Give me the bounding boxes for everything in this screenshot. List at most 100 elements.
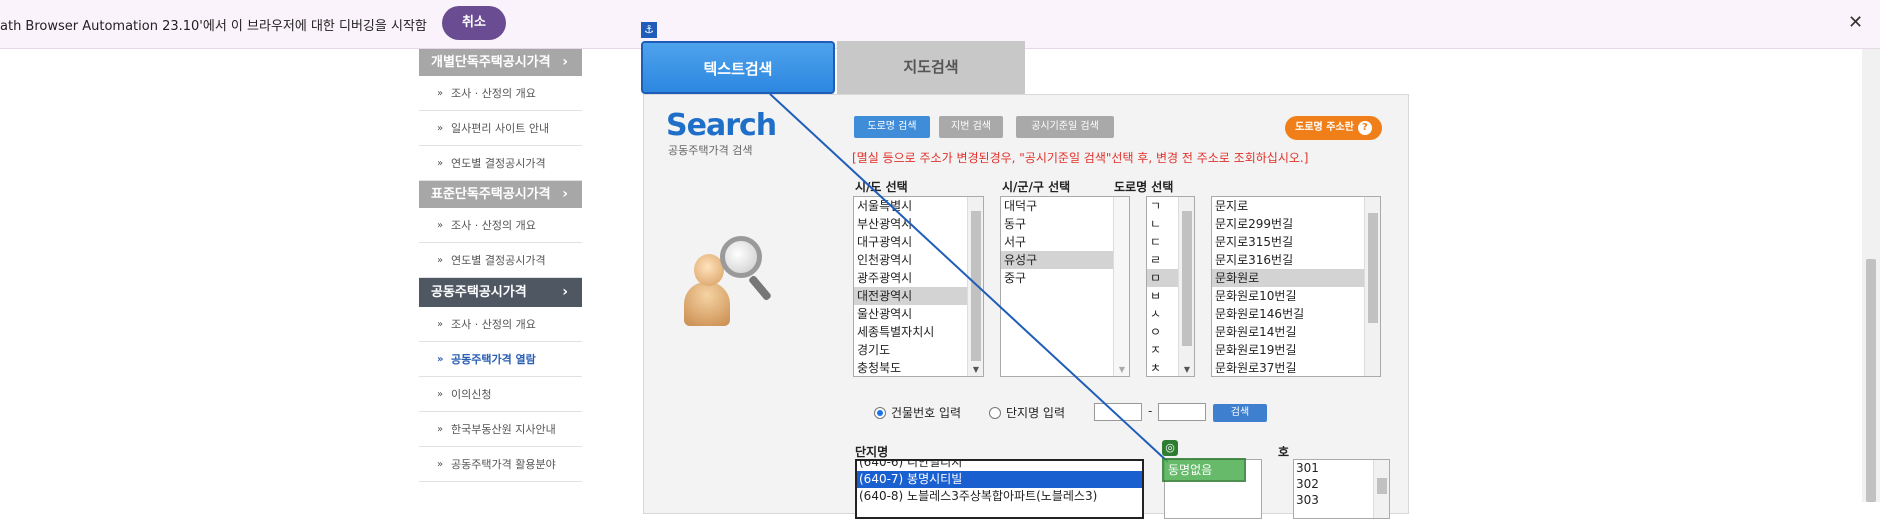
tab-text-search[interactable]: 텍스트검색	[641, 41, 835, 94]
unit-list[interactable]: 301 302 303	[1293, 459, 1390, 519]
building-sub-number-input[interactable]	[1158, 403, 1206, 421]
sigungu-option[interactable]: 서구	[1001, 233, 1129, 251]
complex-name-radio-option[interactable]: 단지명 입력	[989, 404, 1065, 421]
sido-option[interactable]: 부산광역시	[854, 215, 983, 233]
sidebar-item-apartment-price-view[interactable]: 공동주택가격 열람	[419, 342, 582, 377]
sido-option[interactable]: 대구광역시	[854, 233, 983, 251]
road-option[interactable]: 문화원로14번길	[1212, 323, 1380, 341]
complex-option[interactable]: (640-8) 노블레스3주상복합아파트(노블레스3)	[857, 488, 1142, 505]
scroll-thumb[interactable]	[1182, 211, 1192, 346]
sigungu-option[interactable]: 대덕구	[1001, 197, 1129, 215]
sidebar-section-label: 공동주택공시가격	[431, 285, 527, 300]
help-icon: ?	[1357, 121, 1372, 135]
lot-number-search-button[interactable]: 지번 검색	[939, 116, 1003, 138]
scroll-thumb[interactable]	[1368, 213, 1378, 323]
chevron-right-icon: ›	[562, 186, 568, 202]
sido-option[interactable]: 울산광역시	[854, 305, 983, 323]
complex-list[interactable]: (640-6) 디안빌리지 (640-7) 봉명시티빌 (640-8) 노블레스…	[855, 459, 1144, 519]
page-scroll-thumb[interactable]	[1866, 259, 1876, 502]
road-address-info-label: 도로명 주소란	[1295, 122, 1354, 133]
sido-label: 시/도 선택	[855, 180, 908, 194]
scroll-down-arrow-icon[interactable]: ▼	[1114, 365, 1129, 374]
close-icon[interactable]: ✕	[1848, 12, 1863, 33]
building-number-radio-option[interactable]: 건물번호 입력	[874, 404, 961, 421]
sidebar-section-apartment[interactable]: 공동주택공시가격 ›	[419, 278, 582, 307]
road-label: 도로명 선택	[1114, 180, 1174, 194]
road-address-info-button[interactable]: 도로명 주소란?	[1285, 116, 1382, 140]
complex-option-selected[interactable]: (640-7) 봉명시티빌	[857, 471, 1142, 488]
sidebar-section-label: 표준단독주택공시가격	[431, 187, 551, 202]
cancel-debug-button[interactable]: 취소	[442, 6, 506, 40]
road-option[interactable]: 문화원로19번길	[1212, 341, 1380, 359]
scroll-down-arrow-icon[interactable]: ▼	[1179, 365, 1194, 374]
sigungu-option[interactable]: 중구	[1001, 269, 1129, 287]
complex-name-label: 단지명	[855, 445, 889, 459]
road-option[interactable]: 문지로315번길	[1212, 233, 1380, 251]
notice-text: [멸실 등으로 주소가 변경된경우, "공시기준일 검색"선택 후, 변경 전 …	[852, 151, 1309, 165]
road-option[interactable]: 문화원로37번길	[1212, 359, 1380, 376]
chevron-right-icon: ›	[562, 54, 568, 70]
sidebar-item-individual-yearly[interactable]: 연도별 결정공시가격	[419, 146, 582, 181]
search-person-illustration	[680, 230, 780, 330]
road-name-search-button[interactable]: 도로명 검색	[854, 116, 930, 138]
road-scrollbar[interactable]	[1364, 197, 1380, 376]
sidebar-item-objection[interactable]: 이의신청	[419, 377, 582, 412]
complex-name-radio-label: 단지명 입력	[1006, 406, 1066, 420]
sigungu-option[interactable]: 동구	[1001, 215, 1129, 233]
radio-checked-icon[interactable]	[874, 406, 886, 419]
unit-label: 호	[1278, 445, 1290, 459]
sigungu-option-selected[interactable]: 유성구	[1001, 251, 1129, 269]
sido-option-selected[interactable]: 대전광역시	[854, 287, 983, 305]
sidebar-section-standard-house[interactable]: 표준단독주택공시가격 ›	[419, 181, 582, 208]
tab-map-search[interactable]: 지도검색	[837, 41, 1025, 94]
sidebar-item-individual-overview[interactable]: 조사 · 산정의 개요	[419, 76, 582, 111]
complex-option[interactable]: (640-6) 디안빌리지	[857, 461, 1142, 471]
sidebar-item-branch-info[interactable]: 한국부동산원 지사안내	[419, 412, 582, 447]
sido-option[interactable]: 경기도	[854, 341, 983, 359]
magnifier-icon	[720, 236, 762, 278]
road-option[interactable]: 문지로316번길	[1212, 251, 1380, 269]
sidebar-section-label: 개별단독주택공시가격	[431, 55, 551, 70]
search-logo-subtitle: 공동주택가격 검색	[668, 144, 753, 157]
sidebar-item-apartment-overview[interactable]: 조사 · 산정의 개요	[419, 307, 582, 342]
sidebar-item-standard-overview[interactable]: 조사 · 산정의 개요	[419, 208, 582, 243]
sigungu-select[interactable]: 대덕구 동구 서구 유성구 중구 ▼	[1000, 196, 1130, 377]
sidebar-section-individual-house[interactable]: 개별단독주택공시가격 ›	[419, 49, 582, 76]
sido-select[interactable]: 서울특별시 부산광역시 대구광역시 인천광역시 광주광역시 대전광역시 울산광역…	[853, 196, 984, 377]
sido-option[interactable]: 서울특별시	[854, 197, 983, 215]
road-option[interactable]: 문화원로146번길	[1212, 305, 1380, 323]
person-body	[684, 282, 730, 326]
sidebar-item-ilsa-site[interactable]: 일사편리 사이트 안내	[419, 111, 582, 146]
road-option[interactable]: 문지로	[1212, 197, 1380, 215]
road-option-selected[interactable]: 문화원로	[1212, 269, 1380, 287]
radio-unchecked-icon[interactable]	[989, 406, 1001, 419]
scroll-down-arrow-icon[interactable]: ▼	[968, 365, 983, 374]
search-button[interactable]: 검색	[1213, 404, 1267, 422]
sigungu-scrollbar[interactable]: ▼	[1113, 197, 1129, 376]
sido-option[interactable]: 충청북도	[854, 359, 983, 376]
scroll-thumb[interactable]	[971, 211, 981, 361]
target-icon: ◎	[1162, 440, 1178, 456]
sidebar-item-usage[interactable]: 공동주택가격 활용분야	[419, 447, 582, 482]
consonant-select[interactable]: ㄱ ㄴ ㄷ ㄹ ㅁ ㅂ ㅅ ㅇ ㅈ ㅊ ▼	[1146, 196, 1195, 377]
road-option[interactable]: 문화원로10번길	[1212, 287, 1380, 305]
automation-target-element[interactable]: 동명없음	[1162, 458, 1246, 482]
consonant-scrollbar[interactable]: ▼	[1178, 197, 1194, 376]
search-logo-title: Search	[666, 108, 777, 143]
sido-option[interactable]: 광주광역시	[854, 269, 983, 287]
road-option[interactable]: 문지로299번길	[1212, 215, 1380, 233]
page-scrollbar[interactable]	[1862, 49, 1880, 502]
scroll-thumb[interactable]	[1377, 478, 1387, 494]
building-number-radio-label: 건물번호 입력	[891, 406, 962, 420]
sido-option[interactable]: 세종특별자치시	[854, 323, 983, 341]
chevron-right-icon: ›	[562, 284, 568, 300]
sidebar-item-standard-yearly[interactable]: 연도별 결정공시가격	[419, 243, 582, 278]
building-main-number-input[interactable]	[1094, 403, 1142, 421]
base-date-search-button[interactable]: 공시기준일 검색	[1016, 116, 1114, 138]
magnifier-handle	[747, 274, 773, 302]
unit-scrollbar[interactable]	[1373, 460, 1389, 518]
road-select[interactable]: 문지로 문지로299번길 문지로315번길 문지로316번길 문화원로 문화원로…	[1211, 196, 1381, 377]
sido-option[interactable]: 인천광역시	[854, 251, 983, 269]
sido-scrollbar[interactable]: ▼	[967, 197, 983, 376]
sidebar: 개별단독주택공시가격 › 조사 · 산정의 개요 일사편리 사이트 안내 연도별…	[419, 49, 582, 482]
